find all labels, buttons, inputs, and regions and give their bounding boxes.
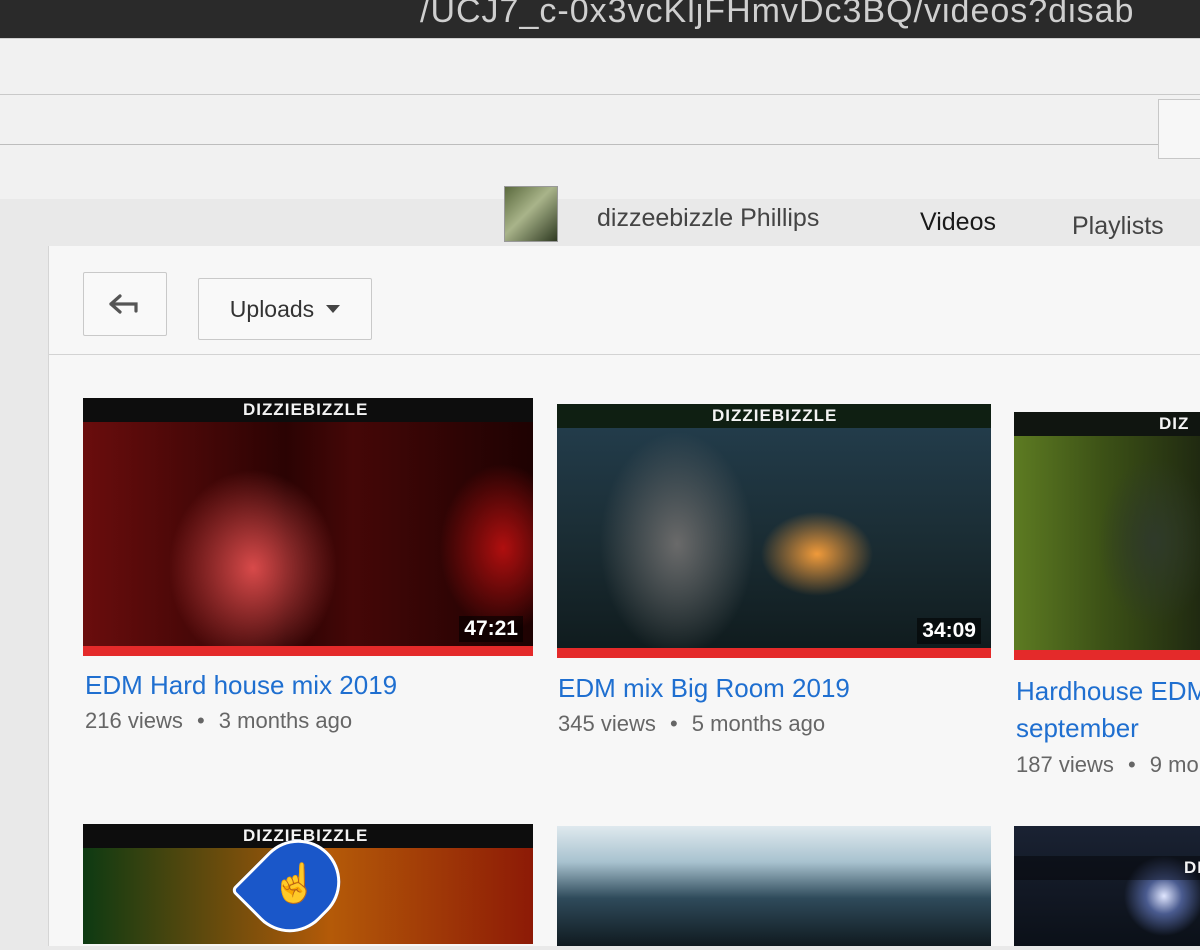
video-thumbnail[interactable]: DIZ: [1014, 826, 1200, 946]
view-count: 216 views: [85, 708, 183, 733]
divider: [0, 144, 1160, 145]
address-bar[interactable]: /UCJ7_c-0x3vcKljFHmvDc3BQ/videos?disab: [0, 0, 1200, 38]
thumbnail-brand: DIZZIEBIZZLE: [712, 406, 838, 425]
thumbnail-brand: DIZ: [1184, 858, 1200, 877]
thumbnail-banner: DIZ: [1014, 856, 1200, 880]
uploads-label: Uploads: [229, 295, 315, 322]
divider: [0, 94, 1200, 95]
video-thumbnail[interactable]: DIZZIEBIZZLE 34:09: [557, 404, 991, 658]
view-count: 187 views: [1016, 752, 1114, 777]
view-count: 345 views: [558, 711, 656, 736]
back-button[interactable]: [83, 272, 167, 336]
video-thumbnail[interactable]: DIZZIEBIZZLE 47:21: [83, 398, 533, 656]
thumbnail-banner: DIZZIEBIZZLE: [83, 398, 533, 422]
url-text: /UCJ7_c-0x3vcKljFHmvDc3BQ/videos?disab: [420, 0, 1135, 30]
video-title[interactable]: EDM Hard house mix 2019: [85, 670, 397, 701]
uploads-dropdown[interactable]: Uploads: [198, 278, 372, 340]
video-thumbnail[interactable]: DIZ: [1014, 412, 1200, 660]
top-toolbar: [0, 38, 1200, 199]
video-thumbnail[interactable]: [557, 826, 991, 946]
meta-separator: •: [196, 708, 205, 733]
meta-separator: •: [1127, 752, 1136, 777]
video-duration: 34:09: [917, 618, 981, 644]
meta-separator: •: [669, 711, 678, 736]
video-meta: 345 views • 5 months ago: [558, 711, 825, 737]
thumbnail-banner: DIZ: [1014, 412, 1200, 436]
chevron-down-icon: [326, 305, 341, 313]
channel-name[interactable]: dizzeebizzle Phillips: [597, 204, 819, 233]
video-meta: 187 views • 9 mo: [1016, 752, 1199, 778]
video-title-line2[interactable]: september: [1016, 713, 1139, 744]
back-arrow-icon: [109, 294, 138, 314]
video-title[interactable]: EDM mix Big Room 2019: [558, 673, 850, 704]
video-title[interactable]: Hardhouse EDM: [1016, 676, 1200, 707]
tab-videos[interactable]: Videos: [920, 208, 996, 237]
video-meta: 216 views • 3 months ago: [85, 708, 352, 734]
upload-age: 9 mo: [1149, 752, 1199, 777]
toolbar-divider: [49, 354, 1200, 355]
thumbnail-brand: DIZZIEBIZZLE: [243, 400, 369, 419]
thumbnail-footer: [1014, 650, 1200, 660]
thumbnail-brand: DIZ: [1159, 414, 1190, 433]
thumbnail-banner: DIZZIEBIZZLE: [557, 404, 991, 428]
hand-glyph-icon: ☝: [271, 863, 319, 905]
tab-playlists[interactable]: Playlists: [1072, 212, 1164, 241]
thumbnail-footer: [83, 646, 533, 656]
search-button[interactable]: [1158, 99, 1200, 159]
channel-avatar[interactable]: [504, 186, 558, 242]
video-duration: 47:21: [459, 616, 523, 642]
upload-age: 5 months ago: [691, 711, 826, 736]
thumbnail-footer: [557, 648, 991, 658]
upload-age: 3 months ago: [218, 708, 353, 733]
